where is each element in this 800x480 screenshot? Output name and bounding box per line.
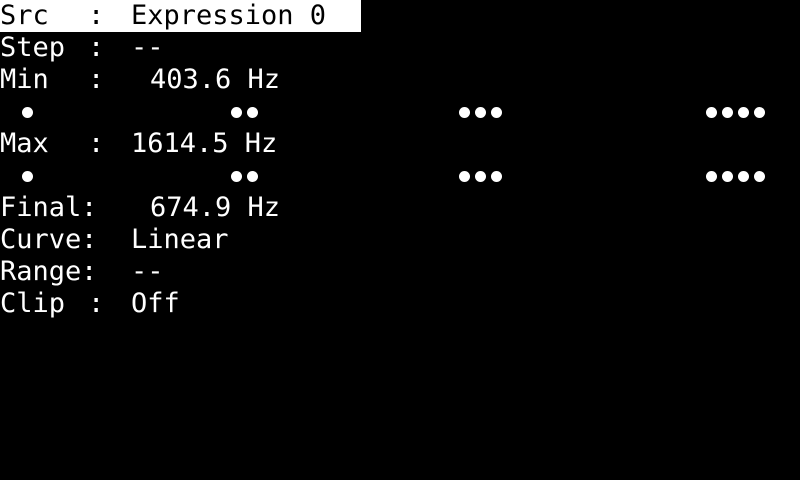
menu-row-max[interactable]: Max : 1614.5 Hz <box>0 128 277 160</box>
step-dot-icon <box>475 170 486 182</box>
step-dot-icon <box>231 106 242 118</box>
menu-row-clip[interactable]: Clip : Off <box>0 288 180 320</box>
step-dot-icon <box>754 170 765 182</box>
step-dot-icon <box>247 106 258 118</box>
dot-group-1 <box>22 160 33 192</box>
step-dot-icon <box>22 170 33 182</box>
min-step-dots <box>0 96 800 128</box>
row-label-final: Final <box>0 192 82 223</box>
dot-group-2 <box>231 160 258 192</box>
step-dot-icon <box>738 170 749 182</box>
row-value-max: 1614.5 Hz <box>131 128 278 159</box>
step-dot-icon <box>738 106 749 118</box>
step-dot-icon <box>722 106 733 118</box>
step-dot-icon <box>22 106 33 118</box>
row-value-range: -- <box>131 256 164 287</box>
step-dot-icon <box>706 170 717 182</box>
step-dot-icon <box>475 106 486 118</box>
step-dot-icon <box>459 170 470 182</box>
row-label-step: Step <box>0 32 66 63</box>
row-separator: : <box>81 256 98 287</box>
row-separator: : <box>88 64 105 95</box>
row-separator: : <box>81 192 98 223</box>
step-dot-icon <box>459 106 470 118</box>
row-label-curve: Curve <box>0 224 82 255</box>
max-step-dots <box>0 160 800 192</box>
step-dot-icon <box>491 170 502 182</box>
step-dot-icon <box>231 170 242 182</box>
menu-row-curve[interactable]: Curve : Linear <box>0 224 229 256</box>
row-label-range: Range <box>0 256 82 287</box>
row-separator: : <box>81 224 98 255</box>
row-value-curve: Linear <box>131 224 229 255</box>
dot-group-4 <box>706 96 765 128</box>
dot-group-3 <box>459 160 502 192</box>
dot-group-2 <box>231 96 258 128</box>
step-dot-icon <box>722 170 733 182</box>
menu-row-min[interactable]: Min : 403.6 Hz <box>0 64 280 96</box>
step-dot-icon <box>491 106 502 118</box>
menu-row-src[interactable]: Src : Expression 0 <box>0 0 361 32</box>
row-label-min: Min <box>0 64 49 95</box>
row-label-max: Max <box>0 128 49 159</box>
step-dot-icon <box>247 170 258 182</box>
row-label-src: Src <box>0 0 49 31</box>
dot-group-1 <box>22 96 33 128</box>
row-separator: : <box>88 0 105 31</box>
row-separator: : <box>88 288 105 319</box>
row-separator: : <box>88 32 105 63</box>
row-value-src: Expression 0 <box>131 0 327 31</box>
row-value-final: 674.9 Hz <box>150 192 281 223</box>
row-value-clip: Off <box>131 288 180 319</box>
menu-row-final[interactable]: Final : 674.9 Hz <box>0 192 280 224</box>
step-dot-icon <box>706 106 717 118</box>
step-dot-icon <box>754 106 765 118</box>
row-value-min: 403.6 Hz <box>150 64 281 95</box>
row-separator: : <box>88 128 105 159</box>
dot-group-4 <box>706 160 765 192</box>
dot-group-3 <box>459 96 502 128</box>
row-value-step: -- <box>131 32 164 63</box>
menu-row-range[interactable]: Range : -- <box>0 256 164 288</box>
menu-row-step[interactable]: Step : -- <box>0 32 164 64</box>
row-label-clip: Clip <box>0 288 66 319</box>
